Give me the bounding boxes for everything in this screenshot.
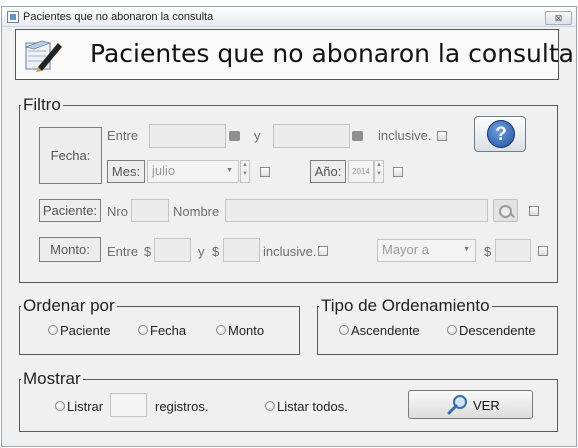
anio-field[interactable]: 2014 xyxy=(348,160,374,183)
paciente-nro-label: Nro xyxy=(107,204,128,219)
listrar-label[interactable]: Listrar xyxy=(67,399,103,414)
monto-comparador-value: Mayor a xyxy=(382,242,429,257)
ordenar-fecha-radio[interactable] xyxy=(138,325,148,335)
descendente-label[interactable]: Descendente xyxy=(459,323,536,338)
fecha-inclusive-checkbox[interactable] xyxy=(437,131,447,141)
magnifier-icon xyxy=(447,395,467,415)
ordenar-paciente-label[interactable]: Paciente xyxy=(60,323,111,338)
monto-valor-field[interactable] xyxy=(495,239,531,262)
listrar-radio[interactable] xyxy=(55,401,65,411)
ver-button[interactable]: VER xyxy=(408,390,533,419)
ordenar-fecha-label[interactable]: Fecha xyxy=(150,323,186,338)
anio-label: Año: xyxy=(310,160,346,183)
mes-spinner[interactable]: ▲ ▼ xyxy=(240,160,250,183)
mes-combo[interactable]: julio ▼ xyxy=(147,160,239,183)
ascendente-label[interactable]: Ascendente xyxy=(351,323,420,338)
fecha-y-label: y xyxy=(254,128,261,143)
ascendente-radio[interactable] xyxy=(339,325,349,335)
monto-currency-2: $ xyxy=(212,244,220,259)
registros-count-field[interactable] xyxy=(110,393,147,417)
mes-selected-value: julio xyxy=(152,163,176,178)
listar-todos-radio[interactable] xyxy=(265,401,275,411)
ver-label: VER xyxy=(473,398,500,413)
monto-currency-1: $ xyxy=(144,244,152,259)
title-bar: Pacientes que no abonaron la consulta ⊠ xyxy=(2,7,576,27)
paciente-nombre-label: Nombre xyxy=(173,204,220,219)
monto-y-label: y xyxy=(198,244,205,259)
monto-entre-label: Entre xyxy=(107,244,139,259)
header-banner: Pacientes que no abonaron la consulta xyxy=(15,29,574,80)
monto-inclusive-label: inclusive. xyxy=(263,244,317,259)
fecha-hasta-field[interactable] xyxy=(273,124,350,148)
fecha-desde-field[interactable] xyxy=(149,124,226,148)
chevron-down-icon: ▼ xyxy=(463,246,470,253)
anio-spinner[interactable]: ▲ ▼ xyxy=(374,160,384,183)
paciente-label: Paciente: xyxy=(39,199,101,222)
close-button[interactable]: ⊠ xyxy=(545,11,572,25)
page-title: Pacientes que no abonaron la consulta xyxy=(90,39,574,68)
monto-comparador-combo[interactable]: Mayor a ▼ xyxy=(377,239,476,262)
anio-value: 2014 xyxy=(352,167,370,176)
tipo-orden-legend: Tipo de Ordenamiento xyxy=(321,296,490,315)
help-icon: ? xyxy=(487,120,515,148)
monto-valor-checkbox[interactable] xyxy=(538,246,548,256)
descendente-radio[interactable] xyxy=(447,325,457,335)
ordenar-monto-radio[interactable] xyxy=(216,325,226,335)
monto-currency-3: $ xyxy=(484,244,492,259)
app-icon xyxy=(7,11,19,23)
ordenar-monto-label[interactable]: Monto xyxy=(228,323,264,338)
paciente-nro-field[interactable] xyxy=(131,199,169,222)
fecha-desde-calendar-button[interactable] xyxy=(229,131,240,141)
monto-desde-field[interactable] xyxy=(154,238,191,262)
fecha-inclusive-label: inclusive. xyxy=(378,128,432,143)
paciente-nombre-field[interactable] xyxy=(225,199,488,222)
monto-hasta-field[interactable] xyxy=(223,238,260,262)
fecha-label: Fecha: xyxy=(39,127,102,184)
paciente-search-button[interactable] xyxy=(493,199,518,222)
help-button[interactable]: ? xyxy=(474,116,526,152)
filter-legend: Filtro xyxy=(23,95,61,114)
paciente-checkbox[interactable] xyxy=(529,206,539,216)
monto-label: Monto: xyxy=(39,237,101,262)
fecha-entre-label: Entre xyxy=(107,128,139,143)
monto-inclusive-checkbox[interactable] xyxy=(318,246,328,256)
ordenar-paciente-radio[interactable] xyxy=(48,325,58,335)
mes-checkbox[interactable] xyxy=(260,167,270,177)
notebook-pen-icon xyxy=(24,40,62,72)
ordenar-legend: Ordenar por xyxy=(23,296,115,315)
registros-label: registros. xyxy=(155,399,209,414)
mes-label: Mes: xyxy=(107,160,145,183)
chevron-down-icon: ▼ xyxy=(226,167,233,174)
anio-checkbox[interactable] xyxy=(393,167,403,177)
listar-todos-label[interactable]: Listar todos. xyxy=(277,399,348,414)
window-title: Pacientes que no abonaron la consulta xyxy=(23,11,214,23)
fecha-hasta-calendar-button[interactable] xyxy=(352,131,363,141)
mostrar-legend: Mostrar xyxy=(23,369,81,388)
